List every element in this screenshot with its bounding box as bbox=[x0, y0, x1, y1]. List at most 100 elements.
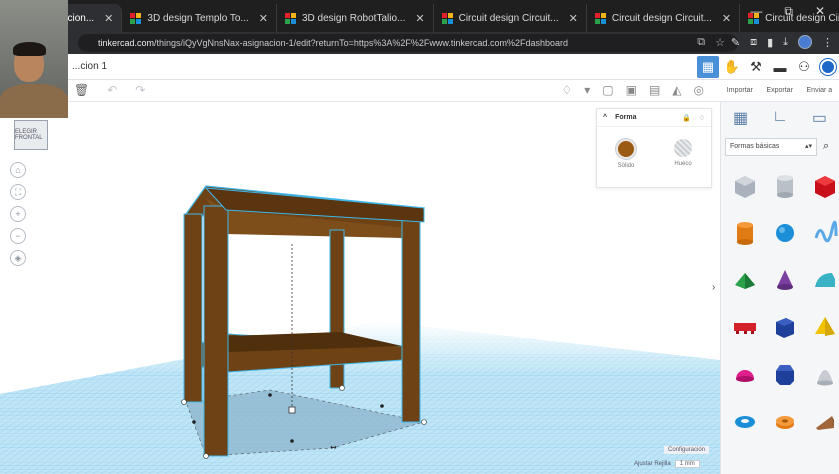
edit-toolbar: 🗑 ↶ ↷ ♢ ▾ ▢ ▣ ▤ ◭ ◎ bbox=[0, 80, 720, 102]
extensions-icon[interactable]: ⧈ bbox=[750, 36, 757, 49]
browser-tab-bar: ...sign Asignacion... ✕ 3D design Templo… bbox=[0, 0, 839, 32]
group-icon[interactable]: ▢ bbox=[602, 83, 613, 97]
shape-cylinder-striped[interactable] bbox=[767, 168, 803, 204]
browser-tab[interactable]: Circuit design Circuit... ✕ bbox=[434, 4, 587, 32]
shape-text[interactable] bbox=[727, 309, 763, 345]
shape-cone[interactable] bbox=[767, 262, 803, 298]
shape-box[interactable] bbox=[807, 168, 839, 204]
shape-torus[interactable] bbox=[727, 403, 763, 439]
shape-scribble[interactable] bbox=[807, 215, 839, 251]
redo-icon[interactable]: ↷ bbox=[135, 83, 145, 97]
design-title[interactable]: ...cion 1 bbox=[72, 61, 107, 72]
search-icon[interactable]: ⌕ bbox=[823, 140, 829, 153]
shape-cube-blue[interactable] bbox=[767, 309, 803, 345]
bulb-icon[interactable]: ♢ bbox=[699, 114, 705, 122]
close-tab-icon[interactable]: ✕ bbox=[569, 12, 578, 25]
light-bulb-icon[interactable]: ♢ bbox=[561, 83, 572, 97]
solid-swatch[interactable] bbox=[616, 139, 636, 159]
person-hair bbox=[13, 42, 46, 56]
shape-box-striped[interactable] bbox=[727, 168, 763, 204]
shape-round-roof[interactable] bbox=[807, 262, 839, 298]
close-tab-icon[interactable]: ✕ bbox=[722, 12, 731, 25]
profile-avatar[interactable] bbox=[798, 35, 812, 49]
download-icon[interactable]: ⤓ bbox=[783, 36, 788, 49]
shape-sphere[interactable] bbox=[767, 215, 803, 251]
collapse-icon[interactable]: ^ bbox=[603, 114, 607, 121]
trash-icon[interactable]: 🗑 bbox=[74, 83, 89, 97]
shape-half-sphere[interactable] bbox=[727, 356, 763, 392]
open-in-app-icon[interactable]: ⧉ bbox=[697, 36, 705, 49]
rotate-handle-icon[interactable]: ↔ bbox=[330, 443, 337, 452]
send-to-button[interactable]: Enviar a bbox=[807, 87, 833, 94]
shape-pyramid[interactable] bbox=[807, 309, 839, 345]
browser-tab[interactable]: Circuit design Circuit... ✕ bbox=[587, 4, 741, 32]
hole-option[interactable]: Hueco bbox=[674, 139, 692, 169]
close-tab-icon[interactable]: ✕ bbox=[259, 12, 268, 25]
url-field[interactable]: tinkercad.com/things/iQyVgNnsNax-asignac… bbox=[78, 34, 738, 52]
view-actions: ♢ ▾ ▢ ▣ ▤ ◭ ◎ bbox=[561, 83, 704, 97]
undo-icon[interactable]: ↶ bbox=[107, 83, 117, 97]
notes-icon[interactable]: ▭ bbox=[812, 108, 827, 128]
user-avatar[interactable] bbox=[817, 56, 839, 78]
edge-handle[interactable] bbox=[268, 393, 272, 397]
pen-icon[interactable]: ✎ bbox=[731, 36, 740, 49]
corner-handle[interactable] bbox=[421, 419, 427, 425]
close-window-icon[interactable]: ✕ bbox=[815, 4, 825, 19]
settings-button[interactable]: Configuración bbox=[664, 446, 710, 454]
shape-category-select[interactable]: Formas básicas ▴▾ bbox=[725, 138, 817, 156]
dropdown-chevron-icon[interactable]: ▾ bbox=[584, 83, 590, 97]
edge-handle[interactable] bbox=[192, 420, 196, 424]
maximize-icon[interactable]: ⧉ bbox=[784, 4, 793, 19]
bookmark-star-icon[interactable]: ☆ bbox=[715, 36, 725, 49]
ruler-icon[interactable]: ∟ bbox=[772, 108, 788, 128]
workplane-icon[interactable]: ▦ bbox=[733, 108, 748, 128]
corner-handle[interactable] bbox=[339, 385, 345, 391]
zoom-out-icon[interactable]: − bbox=[10, 228, 26, 244]
height-handle[interactable] bbox=[288, 406, 296, 414]
snap-grid-select[interactable]: 1 mm bbox=[674, 460, 700, 468]
fit-view-icon[interactable]: ⛶ bbox=[10, 184, 26, 200]
shape-wedge[interactable] bbox=[807, 403, 839, 439]
briefcase-icon[interactable]: ▬ bbox=[769, 56, 791, 78]
minimize-icon[interactable]: — bbox=[750, 4, 762, 19]
browser-tab[interactable]: 3D design Templo To... ✕ bbox=[122, 4, 277, 32]
lock-icon[interactable]: 🔒 bbox=[682, 114, 691, 122]
align-icon[interactable]: ▤ bbox=[649, 83, 660, 97]
shape-cylinder[interactable] bbox=[727, 215, 763, 251]
shape-paraboloid[interactable] bbox=[807, 356, 839, 392]
workplane-viewport[interactable]: ↔ ELEGIR FRONTAL ⌂ ⛶ + − ◈ ^ Forma 🔒 ♢ S… bbox=[0, 102, 720, 474]
browser-tab[interactable]: 3D design RobotTalio... ✕ bbox=[277, 4, 434, 32]
hole-label: Hueco bbox=[674, 161, 692, 167]
tab-label: Circuit design Circuit... bbox=[611, 12, 712, 24]
edge-handle[interactable] bbox=[290, 439, 294, 443]
import-button[interactable]: Importar bbox=[727, 87, 753, 94]
zoom-in-icon[interactable]: + bbox=[10, 206, 26, 222]
perspective-icon[interactable]: ◈ bbox=[10, 250, 26, 266]
close-tab-icon[interactable]: ✕ bbox=[104, 12, 113, 25]
hole-swatch[interactable] bbox=[674, 139, 692, 157]
add-user-icon[interactable]: ⚇ bbox=[793, 56, 815, 78]
shape-tube[interactable] bbox=[767, 403, 803, 439]
solid-option[interactable]: Sólido bbox=[616, 139, 636, 169]
pin-icon[interactable]: ▮ bbox=[767, 36, 773, 49]
shape-polygon[interactable] bbox=[767, 356, 803, 392]
view-cube[interactable]: ELEGIR FRONTAL bbox=[14, 120, 48, 150]
home-view-icon[interactable]: ⌂ bbox=[10, 162, 26, 178]
shape-roof[interactable] bbox=[727, 262, 763, 298]
export-button[interactable]: Exportar bbox=[766, 87, 792, 94]
corner-handle[interactable] bbox=[203, 453, 209, 459]
tab-label: Circuit design Circuit... bbox=[458, 12, 559, 24]
ungroup-icon[interactable]: ▣ bbox=[626, 83, 637, 97]
blocks-icon[interactable]: ✋ bbox=[721, 56, 743, 78]
edge-handle[interactable] bbox=[380, 404, 384, 408]
menu-kebab-icon[interactable]: ⋮ bbox=[822, 36, 833, 49]
close-tab-icon[interactable]: ✕ bbox=[415, 12, 424, 25]
collapse-panel-chevron-icon[interactable]: › bbox=[712, 282, 715, 293]
cruise-icon[interactable]: ◎ bbox=[694, 83, 704, 97]
mirror-icon[interactable]: ◭ bbox=[672, 83, 681, 97]
table-leg-front-left-b bbox=[203, 205, 229, 457]
pickaxe-icon[interactable]: ⚒ bbox=[745, 56, 767, 78]
grid-view-icon[interactable]: ▦ bbox=[697, 56, 719, 78]
corner-handle[interactable] bbox=[181, 399, 187, 405]
url-path: /things/iQyVgNnsNax-asignacion-1/edit?re… bbox=[154, 38, 568, 48]
